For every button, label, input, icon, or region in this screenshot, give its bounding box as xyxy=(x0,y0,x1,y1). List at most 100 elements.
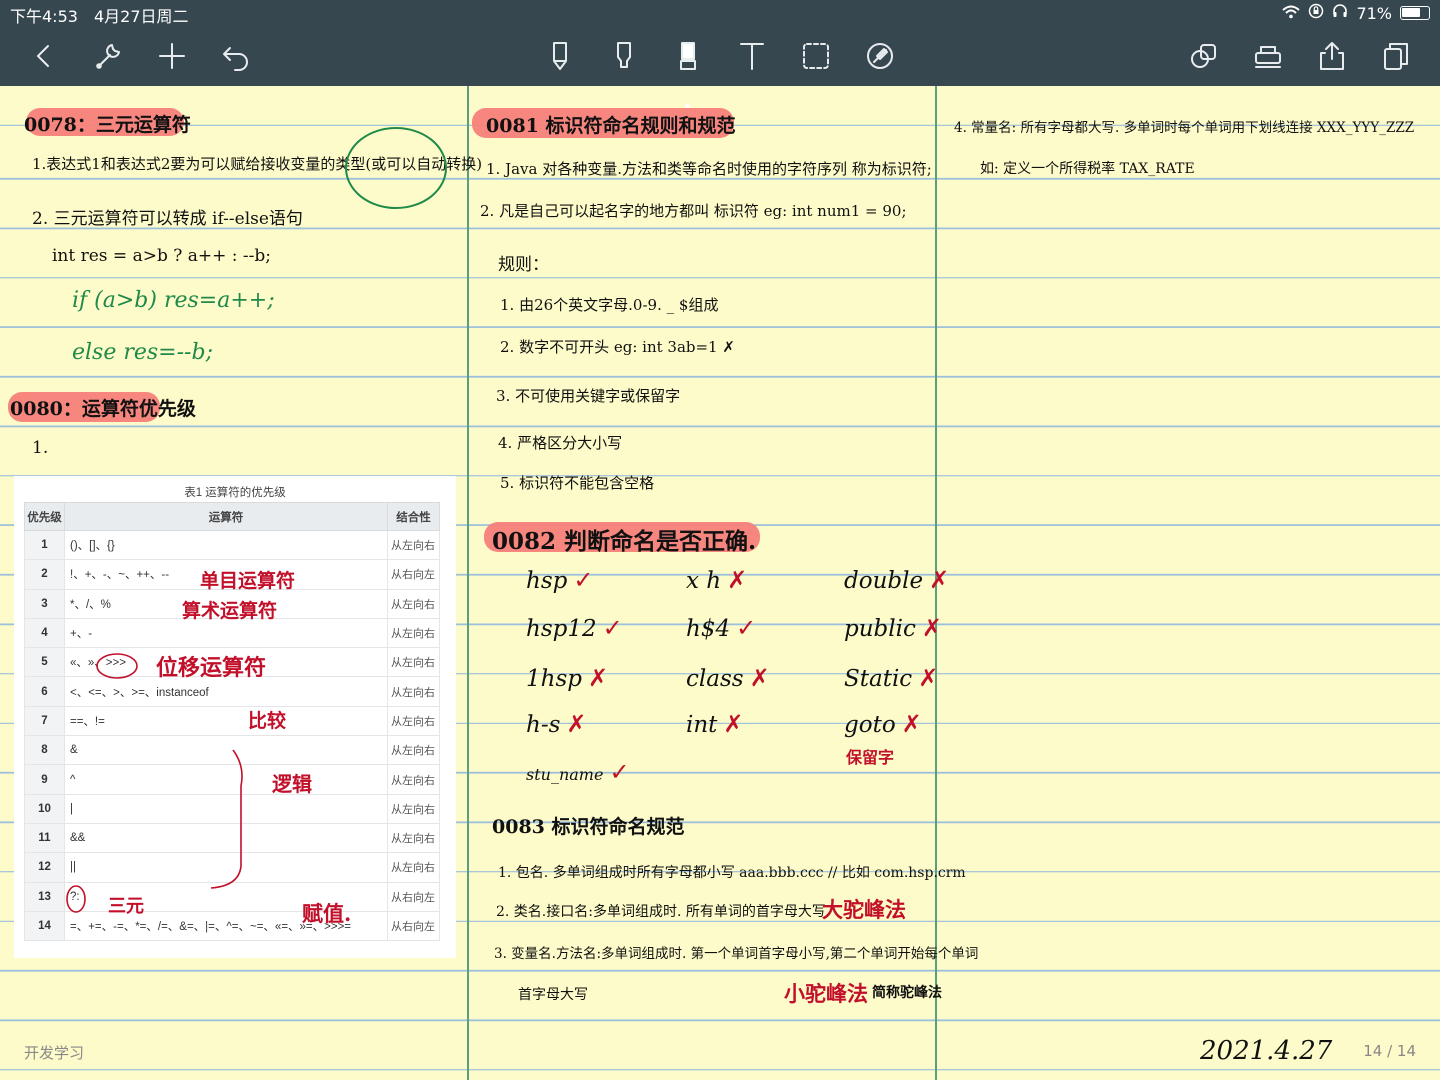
precedence-cell: 13 xyxy=(24,881,65,912)
precedence-cell: 14 xyxy=(24,910,65,942)
identifier-example: hsp ✓ xyxy=(526,566,593,594)
identifier-name: stu_name xyxy=(526,765,604,784)
add-button[interactable] xyxy=(150,34,194,78)
battery-icon xyxy=(1400,6,1430,20)
circle-annotation xyxy=(96,653,138,679)
stamp-button[interactable] xyxy=(1246,34,1290,78)
note-line: 1. xyxy=(32,438,49,458)
annotation-reserved: 保留字 xyxy=(846,748,895,767)
annotation-camel: 小驼峰法 xyxy=(784,981,868,1006)
text-tool-button[interactable] xyxy=(730,34,774,78)
status-right: 71% xyxy=(1282,3,1430,23)
rule-line: 4. 严格区分大小写 xyxy=(498,434,623,452)
associativity-cell: 从左向右 xyxy=(387,735,440,766)
precedence-cell: 2 xyxy=(24,559,65,590)
pen-tool-button[interactable] xyxy=(538,34,582,78)
pages-button[interactable] xyxy=(1374,34,1418,78)
rule-line: 2. 数字不可开头 eg: int 3ab=1 ✗ xyxy=(500,338,735,356)
associativity-cell: 从左向右 xyxy=(387,822,440,854)
associativity-cell: 从左向右 xyxy=(387,705,440,737)
note-line: 首字母大写 xyxy=(518,987,588,1003)
cross-mark-icon: ✗ xyxy=(587,664,609,692)
identifier-name: Static xyxy=(844,666,913,692)
annotation-arithmetic: 算术运算符 xyxy=(182,600,278,622)
identifier-example: Static ✗ xyxy=(844,664,938,692)
identifier-name: public xyxy=(844,616,916,642)
note-line: 如: 定义一个所得税率 TAX_RATE xyxy=(980,161,1195,177)
identifier-name: double xyxy=(844,568,924,594)
identifier-example: x h ✗ xyxy=(686,566,747,594)
identifier-example: class ✗ xyxy=(686,664,770,692)
note-line: 1. 包名. 多单词组成时所有字母都小写 aaa.bbb.ccc // 比如 c… xyxy=(498,865,966,881)
identifier-name: int xyxy=(686,712,718,738)
notebook-name[interactable]: 开发学习 xyxy=(24,1042,84,1063)
shapes-button[interactable] xyxy=(1182,34,1226,78)
status-time: 下午4:53 xyxy=(10,7,78,26)
status-date: 4月27日周二 xyxy=(94,7,189,26)
associativity-cell: 从右向左 xyxy=(387,559,440,590)
associativity-cell: 从左向右 xyxy=(387,676,440,707)
precedence-cell: 11 xyxy=(24,822,65,854)
wrench-icon xyxy=(96,44,120,69)
annotation-assign: 赋值. xyxy=(302,901,352,926)
code-line: int res = a>b ? a++ : --b; xyxy=(52,246,272,266)
associativity-cell: 从左向右 xyxy=(387,647,440,678)
eraser-tool-button[interactable] xyxy=(858,34,902,78)
circle-annotation xyxy=(345,127,447,209)
col-header: 优先级 xyxy=(24,502,65,531)
identifier-name: x h xyxy=(686,568,722,594)
identifier-example: public ✗ xyxy=(844,614,942,642)
toolbar xyxy=(0,26,1440,109)
lasso-tool-button[interactable] xyxy=(794,34,838,78)
identifier-example: h-s ✗ xyxy=(526,710,587,738)
note-line: 2. 类名.接口名:多单词组成时. 所有单词的首字母大写 xyxy=(496,904,826,920)
headphones-icon xyxy=(1332,3,1348,23)
page-indicator[interactable]: 14 / 14 xyxy=(1363,1042,1416,1060)
identifier-example: goto ✗ xyxy=(844,710,922,738)
associativity-cell: 从右向左 xyxy=(387,910,440,942)
check-mark-icon: ✓ xyxy=(602,614,623,642)
identifier-name: h-s xyxy=(526,712,561,738)
identifier-example: int ✗ xyxy=(686,710,744,738)
associativity-cell: 从左向右 xyxy=(387,588,440,619)
note-line: 4. 常量名: 所有字母都大写. 多单词时每个单词用下划线连接 XXX_YYY_… xyxy=(954,120,1415,136)
identifier-example: double ✗ xyxy=(844,566,949,594)
handwritten-date: 2021.4.27 xyxy=(1200,1036,1333,1066)
note-line: 2. 三元运算符可以转成 if--else语句 xyxy=(32,209,303,229)
annotation-shift: 位移运算符 xyxy=(156,655,267,681)
column-divider-1 xyxy=(467,86,469,1080)
associativity-cell: 从右向左 xyxy=(387,881,440,912)
notebook-page[interactable]: 0078：三元运算符 1.表达式1和表达式2要为可以赋给接收变量的类型(或可以自… xyxy=(0,86,1440,1080)
operator-cell: ()、[]、{} xyxy=(64,529,388,561)
code-line-green: if (a>b) res=a++; xyxy=(72,288,275,313)
cross-mark-icon: ✗ xyxy=(566,710,587,738)
share-button[interactable] xyxy=(1310,34,1354,78)
highlighter-tool-button[interactable] xyxy=(602,34,646,78)
rule-line: 1. 由26个英文字母.0-9. _ $组成 xyxy=(500,296,719,314)
bracket-annotation xyxy=(210,749,243,889)
back-button[interactable] xyxy=(22,34,66,78)
check-mark-icon: ✓ xyxy=(736,614,757,642)
note-line: 3. 变量名.方法名:多单词组成时. 第一个单词首字母小写,第二个单词开始每个单… xyxy=(494,946,979,962)
undo-button[interactable] xyxy=(214,34,258,78)
cross-mark-icon: ✗ xyxy=(921,614,942,642)
code-line-green: else res=--b; xyxy=(72,340,213,365)
stamp-icon xyxy=(1255,46,1281,68)
shapes-icon xyxy=(1191,44,1216,68)
precedence-cell: 1 xyxy=(24,529,65,561)
precedence-cell: 3 xyxy=(24,588,65,619)
col-header: 运算符 xyxy=(64,502,388,531)
associativity-cell: 从左向右 xyxy=(387,852,440,883)
cross-mark-icon: ✗ xyxy=(918,664,939,692)
precedence-cell: 7 xyxy=(24,705,65,737)
battery-percent: 71% xyxy=(1356,3,1392,23)
circle-annotation xyxy=(66,885,86,913)
precedence-cell: 12 xyxy=(24,852,65,883)
associativity-cell: 从左向右 xyxy=(387,617,440,649)
heading-0081: 0081 标识符命名规则和规范 xyxy=(486,115,736,137)
annotation-logic: 逻辑 xyxy=(272,772,312,796)
marker-tool-button[interactable] xyxy=(666,34,710,78)
annotation-pascal: 大驼峰法 xyxy=(822,897,906,922)
eraser-icon xyxy=(867,43,893,69)
tools-button[interactable] xyxy=(86,34,130,78)
